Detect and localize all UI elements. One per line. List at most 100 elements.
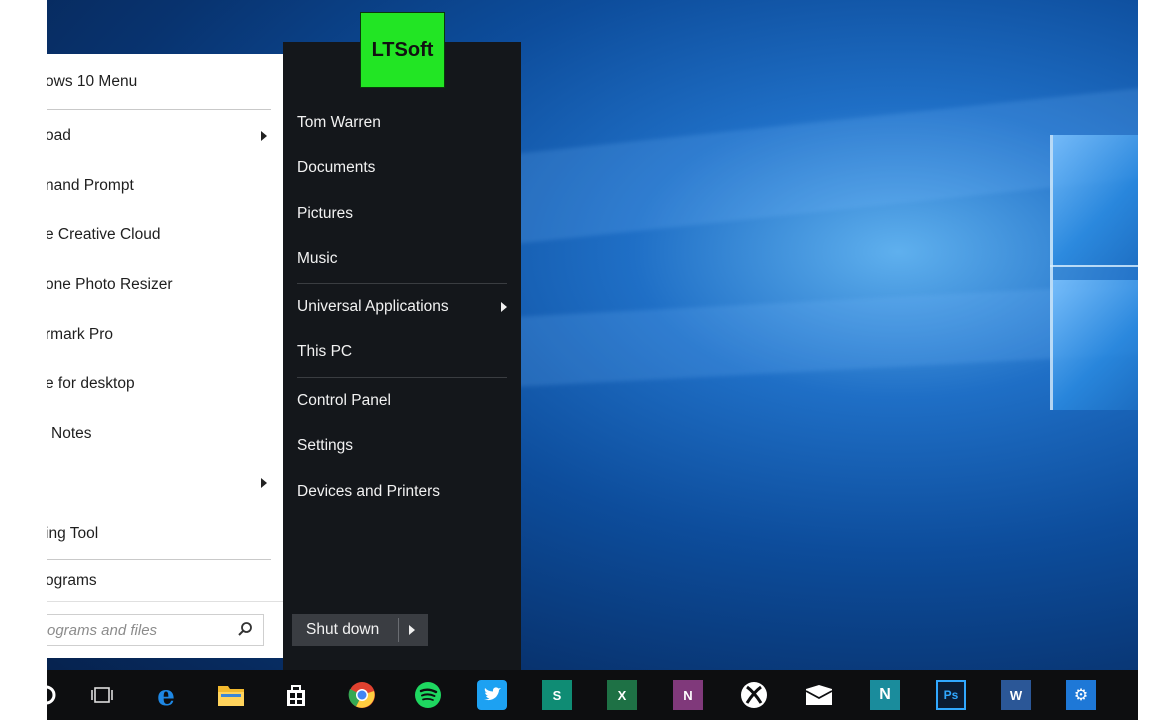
shutdown-button[interactable]: Shut down [292, 614, 428, 646]
menu-item-label: ows 10 Menu [47, 73, 138, 90]
menu-item-label: e Creative Cloud [47, 226, 161, 243]
twitter-bird-icon [484, 687, 501, 701]
excel-button[interactable]: X [607, 680, 637, 710]
menu-item-for-desktop[interactable]: e for desktop [47, 364, 283, 404]
light-beam [517, 86, 1138, 244]
badge-text: LTSoft [371, 38, 434, 61]
menu-item-label: Devices and Printers [297, 483, 441, 500]
shutdown-divider [398, 618, 399, 642]
store-button[interactable] [281, 680, 311, 710]
twitter-button[interactable] [477, 680, 507, 710]
settings-button[interactable]: ⚙ [1066, 680, 1096, 710]
menu-item-snipping-tool[interactable]: ing Tool [47, 514, 283, 554]
menu-item-photo-resizer[interactable]: one Photo Resizer [47, 265, 283, 305]
spotify-button[interactable] [413, 680, 443, 710]
task-view-icon [91, 687, 113, 703]
settings-icon: ⚙ [1073, 687, 1089, 704]
xbox-icon [741, 682, 767, 708]
onenote-icon: N [683, 687, 693, 703]
chrome-icon [348, 682, 375, 708]
menu-item-label: Notes [51, 425, 92, 442]
menu-separator [297, 283, 507, 284]
edge-icon: e [157, 678, 175, 712]
search-placeholder: ograms and files [47, 622, 158, 639]
file-explorer-button[interactable] [216, 680, 246, 710]
menu-item-documents[interactable]: Documents [297, 150, 375, 186]
xbox-button[interactable] [739, 680, 769, 710]
sway-icon: S [552, 687, 562, 703]
menu-item-music[interactable]: Music [297, 241, 337, 277]
windows-logo-pane [1053, 135, 1138, 265]
menu-separator [47, 559, 271, 560]
menu-item-user[interactable]: Tom Warren [297, 105, 381, 141]
menu-item-pictures[interactable]: Pictures [297, 196, 353, 232]
menu-separator [297, 377, 507, 378]
sway-button[interactable]: S [542, 680, 572, 710]
menu-item-label: e for desktop [47, 375, 135, 392]
spotify-icon [415, 682, 441, 708]
menu-item-label: This PC [297, 343, 353, 360]
cortana-icon [36, 685, 56, 705]
light-beam [517, 283, 1138, 387]
word-icon: W [1009, 687, 1023, 703]
start-menu-programs-pane: ows 10 Menu oad nand Prompt e Creative C… [47, 54, 283, 658]
word-button[interactable]: W [1001, 680, 1031, 710]
menu-item-label: oad [47, 127, 71, 144]
menu-item-label: one Photo Resizer [47, 276, 173, 293]
menu-item-creative-cloud[interactable]: e Creative Cloud [47, 215, 283, 255]
menu-item-label: Control Panel [297, 392, 391, 409]
menu-item-label: nand Prompt [47, 177, 134, 194]
menu-item-notes[interactable]: Notes [47, 414, 283, 454]
submenu-arrow-icon [261, 478, 267, 488]
menu-item-download[interactable]: oad [47, 116, 283, 156]
menu-item-label: Pictures [297, 205, 353, 222]
menu-item-this-pc[interactable]: This PC [297, 334, 352, 370]
photoshop-button[interactable]: Ps [936, 680, 966, 710]
start-button[interactable] [31, 680, 61, 710]
menu-item-settings[interactable]: Settings [297, 428, 353, 464]
windows-logo-edge [1050, 265, 1138, 267]
menu-item-label: Music [297, 250, 338, 267]
menu-item-label: Universal Applications [297, 298, 449, 315]
start-menu-places-pane: Tom Warren Documents Pictures Music Univ… [283, 42, 521, 670]
menu-item-command-prompt[interactable]: nand Prompt [47, 166, 283, 206]
store-icon [287, 685, 305, 706]
menu-item-windows-10-menu[interactable]: ows 10 Menu [47, 62, 283, 102]
edge-button[interactable]: e [151, 678, 181, 712]
submenu-arrow-icon [261, 131, 267, 141]
mail-button[interactable] [804, 680, 834, 710]
menu-item-universal-applications[interactable]: Universal Applications [297, 289, 507, 325]
excel-icon: X [617, 687, 627, 703]
menu-item-label: rmark Pro [47, 326, 114, 343]
submenu-arrow-icon [501, 302, 507, 312]
taskbar: e S X N N Ps W ⚙ [36, 670, 1138, 720]
menu-item-label: Tom Warren [297, 114, 381, 131]
menu-item-label: Settings [297, 437, 354, 454]
n-app-button[interactable]: N [870, 680, 900, 710]
menu-item-label: ograms [47, 572, 97, 589]
menu-item-devices-and-printers[interactable]: Devices and Printers [297, 474, 440, 510]
search-icon [238, 622, 252, 636]
windows-logo-edge [1050, 135, 1053, 410]
windows-logo-pane [1053, 280, 1138, 410]
mail-icon [805, 685, 833, 705]
menu-item-label: Documents [297, 159, 376, 176]
search-input[interactable]: ograms and files [47, 614, 264, 646]
folder-icon [218, 686, 244, 706]
menu-separator [47, 109, 271, 110]
chrome-button[interactable] [347, 680, 377, 710]
menu-item-all-programs[interactable]: ograms [47, 561, 283, 601]
menu-item-watermark-pro[interactable]: rmark Pro [47, 315, 283, 355]
onenote-button[interactable]: N [673, 680, 703, 710]
menu-item-submenu[interactable] [47, 463, 283, 503]
n-app-icon: N [879, 686, 891, 703]
photoshop-icon: Ps [943, 688, 959, 702]
shutdown-label: Shut down [306, 621, 380, 638]
menu-item-label: ing Tool [47, 525, 99, 542]
task-view-button[interactable] [87, 680, 117, 710]
menu-item-control-panel[interactable]: Control Panel [297, 383, 391, 419]
menu-separator [47, 601, 283, 602]
shutdown-options-arrow-icon[interactable] [409, 625, 415, 635]
desktop-wallpaper: ows 10 Menu oad nand Prompt e Creative C… [47, 0, 1138, 720]
ltsoft-badge: LTSoft [360, 12, 445, 88]
